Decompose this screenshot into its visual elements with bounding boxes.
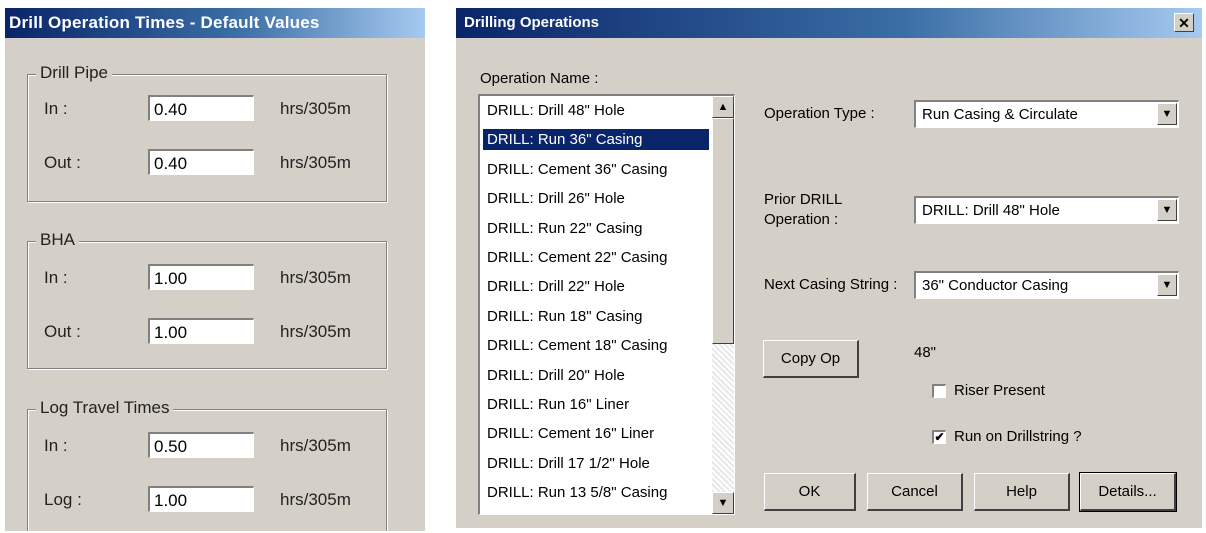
log-log-field[interactable]: 1.00 [148,486,254,512]
scroll-thumb[interactable] [712,118,734,344]
cancel-button[interactable]: Cancel [867,473,963,511]
drill-pipe-out-field[interactable]: 0.40 [148,149,254,175]
prior-operation-value: DRILL: Drill 48" Hole [922,202,1060,219]
drill-pipe-in-field[interactable]: 0.40 [148,95,254,121]
riser-present-label: Riser Present [954,382,1045,399]
in-label: In : [44,268,68,287]
group-legend: Log Travel Times [36,398,174,418]
copy-op-button[interactable]: Copy Op [763,340,859,378]
operation-list-item[interactable]: DRILL: Run 18" Casing [483,306,709,327]
unit-label: hrs/305m [280,322,351,341]
next-casing-select[interactable]: 36" Conductor Casing ▼ [914,271,1179,299]
operation-list-item[interactable]: DRILL: Cement 22" Casing [483,247,709,268]
out-label: Out : [44,322,81,341]
operation-list-item[interactable]: DRILL: Run 36" Casing [483,129,709,151]
unit-label: hrs/305m [280,268,351,287]
log-travel-times-group: Log Travel Times In : 0.50 hrs/305m Log … [27,398,387,531]
log-in-field[interactable]: 0.50 [148,432,254,458]
next-casing-value: 36" Conductor Casing [922,277,1069,294]
drilling-operations-dialog: Drilling Operations ✕ Operation Name : D… [456,8,1202,528]
riser-present-checkbox[interactable] [932,384,946,398]
operation-list[interactable]: DRILL: Drill 48" Hole DRILL: Run 36" Casi… [478,94,735,515]
run-on-drillstring-checkbox[interactable]: ✔ [932,430,946,444]
next-casing-label: Next Casing String : [764,276,898,293]
help-button[interactable]: Help [974,473,1070,511]
dialog-title: Drilling Operations [464,14,600,31]
checkmark-icon: ✔ [934,430,945,444]
hole-size-text: 48" [914,344,937,361]
in-label: In : [44,436,68,455]
list-scrollbar[interactable]: ▲ ▼ [712,96,734,514]
prior-operation-label-line2: Operation : [764,211,839,228]
group-legend: BHA [36,230,79,250]
ok-button[interactable]: OK [764,473,856,511]
operation-list-item[interactable]: DRILL: Cement 18" Casing [483,335,709,356]
panel-title: Drill Operation Times - Default Values [5,8,425,38]
bha-in-field[interactable]: 1.00 [148,264,254,290]
log-label: Log : [44,490,82,509]
drill-pipe-group: Drill Pipe In : 0.40 hrs/305m Out : 0.40… [27,63,387,202]
chevron-down-icon[interactable]: ▼ [1157,199,1177,221]
operation-type-select[interactable]: Run Casing & Circulate ▼ [914,100,1179,128]
operation-list-item[interactable]: DRILL: Drill 17 1/2" Hole [483,453,709,474]
operation-list-item[interactable]: DRILL: Drill 22" Hole [483,276,709,297]
out-label: Out : [44,153,81,172]
unit-label: hrs/305m [280,490,351,509]
scroll-up-icon[interactable]: ▲ [712,96,734,118]
operation-list-item[interactable]: DRILL: Run 13 5/8" Casing [483,482,709,503]
group-legend: Drill Pipe [36,63,113,83]
close-icon[interactable]: ✕ [1174,13,1194,32]
scroll-down-icon[interactable]: ▼ [712,492,734,514]
run-on-drillstring-label: Run on Drillstring ? [954,428,1082,445]
unit-label: hrs/305m [280,436,351,455]
operation-list-item[interactable]: DRILL: Run 16" Liner [483,394,709,415]
details-button[interactable]: Details... [1079,472,1177,512]
dialog-titlebar: Drilling Operations ✕ [456,8,1202,38]
operation-name-label: Operation Name : [480,70,599,87]
operation-type-value: Run Casing & Circulate [922,106,1078,123]
prior-operation-select[interactable]: DRILL: Drill 48" Hole ▼ [914,196,1179,224]
operation-list-item[interactable]: DRILL: Drill 48" Hole [483,100,709,121]
operation-type-label: Operation Type : [764,105,875,122]
bha-group: BHA In : 1.00 hrs/305m Out : 1.00 hrs/30… [27,230,387,369]
unit-label: hrs/305m [280,153,351,172]
operation-list-item[interactable]: DRILL: Drill 26" Hole [483,188,709,209]
unit-label: hrs/305m [280,99,351,118]
chevron-down-icon[interactable]: ▼ [1157,274,1177,296]
operation-list-item[interactable]: DRILL: Cement 16" Liner [483,423,709,444]
operation-list-item[interactable]: DRILL: Cement 36" Casing [483,159,709,180]
operation-list-item[interactable]: DRILL: Run 22" Casing [483,218,709,239]
prior-operation-label-line1: Prior DRILL [764,191,843,208]
in-label: In : [44,99,68,118]
operation-list-item[interactable]: DRILL: Drill 20" Hole [483,365,709,386]
bha-out-field[interactable]: 1.00 [148,318,254,344]
default-times-panel: Drill Operation Times - Default Values D… [5,8,425,531]
chevron-down-icon[interactable]: ▼ [1157,103,1177,125]
